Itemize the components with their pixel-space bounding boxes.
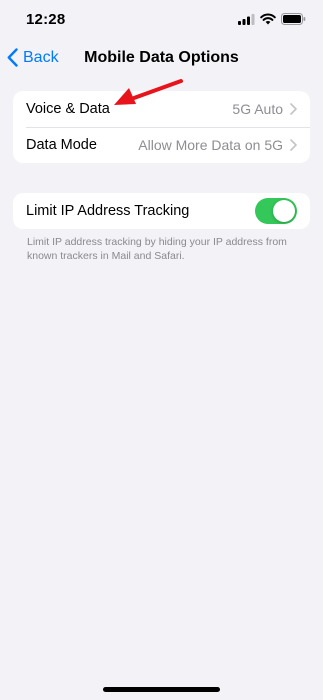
status-bar: 12:28 (0, 0, 323, 40)
navigation-bar: Back Mobile Data Options (0, 40, 323, 76)
data-mode-row[interactable]: Data Mode Allow More Data on 5G (13, 127, 310, 163)
limit-ip-tracking-row: Limit IP Address Tracking (13, 193, 310, 229)
status-time: 12:28 (26, 11, 66, 28)
limit-ip-tracking-label: Limit IP Address Tracking (26, 203, 190, 219)
data-mode-label: Data Mode (26, 137, 97, 153)
ip-tracking-footer-note: Limit IP address tracking by hiding your… (27, 236, 287, 262)
chevron-right-icon (290, 139, 297, 151)
chevron-right-icon (290, 103, 297, 115)
annotation-arrow-icon (114, 79, 183, 105)
wifi-icon (260, 13, 276, 25)
home-indicator[interactable] (103, 687, 220, 692)
voice-and-data-value: 5G Auto (232, 101, 283, 117)
page-title: Mobile Data Options (84, 49, 239, 66)
battery-icon (281, 13, 306, 25)
data-mode-value: Allow More Data on 5G (138, 137, 283, 153)
limit-ip-tracking-toggle[interactable] (255, 198, 297, 224)
ip-tracking-group: Limit IP Address Tracking (13, 193, 310, 229)
cellular-signal-icon (238, 13, 255, 25)
status-icons (238, 13, 306, 25)
toggle-knob (273, 200, 295, 222)
